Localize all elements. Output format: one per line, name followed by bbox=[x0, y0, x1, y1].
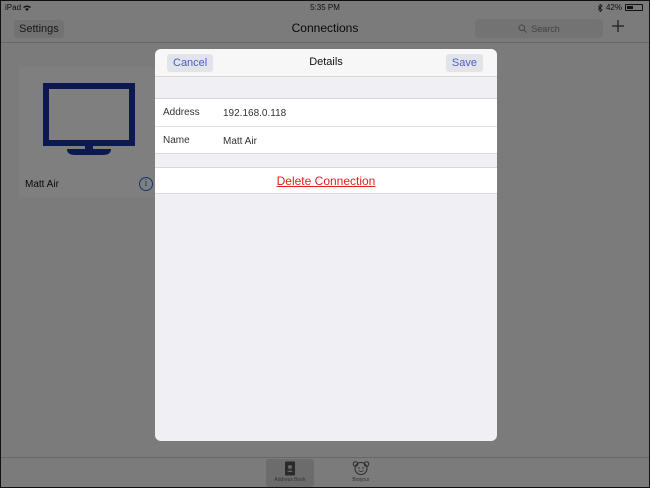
details-modal: Cancel Details Save Address Name Delete … bbox=[155, 49, 497, 441]
address-field[interactable] bbox=[223, 105, 483, 121]
save-button[interactable]: Save bbox=[445, 54, 483, 72]
name-field[interactable] bbox=[223, 133, 483, 149]
modal-header: Cancel Details Save bbox=[155, 49, 497, 77]
address-row: Address bbox=[155, 99, 497, 126]
screen-frame: iPad 5:35 PM 42% Settings Connections Se… bbox=[0, 0, 650, 488]
delete-section: Delete Connection bbox=[155, 167, 497, 194]
details-fields: Address Name bbox=[155, 98, 497, 154]
name-row: Name bbox=[155, 126, 497, 153]
name-label: Name bbox=[163, 135, 190, 146]
delete-connection-button[interactable]: Delete Connection bbox=[155, 174, 497, 188]
address-label: Address bbox=[163, 107, 200, 118]
